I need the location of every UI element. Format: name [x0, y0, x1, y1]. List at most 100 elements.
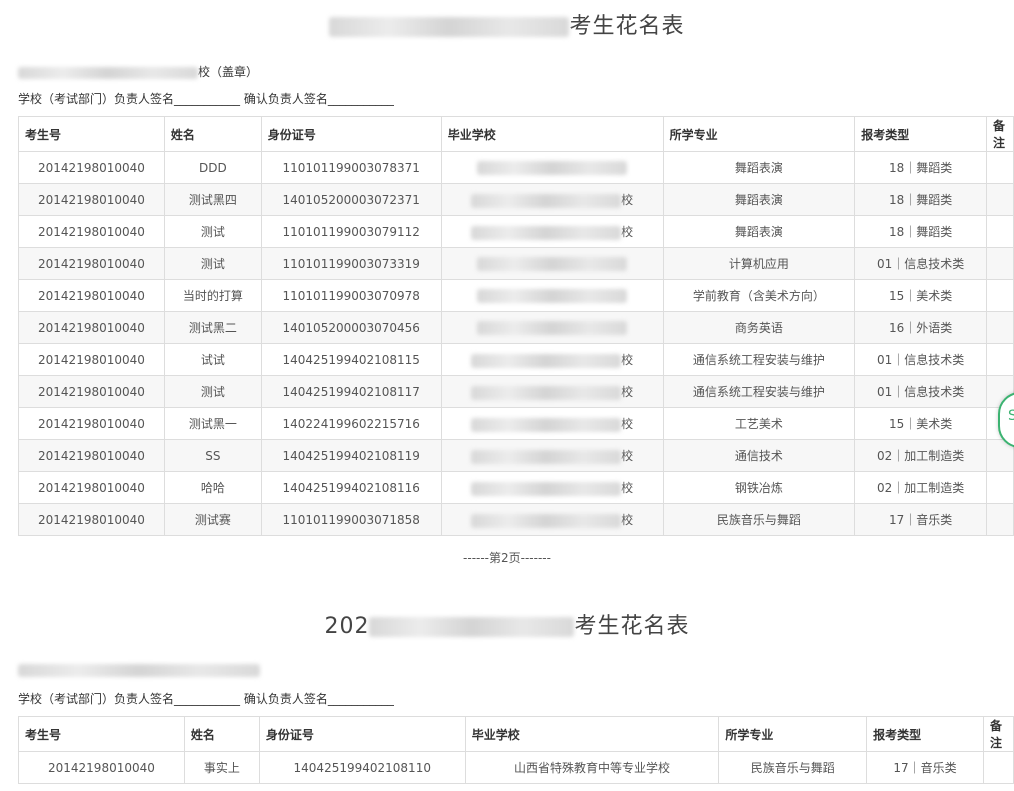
- column-header: 所学专业: [718, 716, 868, 752]
- table-cell: 110101199003078371: [260, 151, 442, 184]
- school-suffix: 校: [621, 513, 634, 527]
- table-cell: 140425199402108115: [260, 343, 442, 376]
- column-header: 考生号: [18, 116, 165, 152]
- roster-table-2: 考生号 姓名 身份证号 毕业学校 所学专业 报考类型 备注 20142198010040 事实…: [18, 716, 1014, 784]
- table-cell: 民族音乐与舞蹈: [662, 503, 856, 536]
- table-cell: 试试: [163, 343, 262, 376]
- table-row: 20142198010040 事实上 140425199402108110 山西省特殊…: [18, 751, 1014, 784]
- table-cell: [440, 311, 664, 344]
- table-cell: 通信系统工程安装与维护: [662, 343, 856, 376]
- sign-line-2: 学校（考试部门）负责人签名___________ 确认负责人签名________…: [18, 692, 394, 706]
- redacted-school: [471, 193, 622, 208]
- table-cell: 测试赛: [163, 503, 262, 536]
- table-row: 20142198010040 测试 110101199003073319 计算机应用 0…: [18, 247, 1014, 280]
- redacted-school: [471, 513, 622, 528]
- school-suffix: 校: [621, 385, 634, 399]
- table-cell: 15｜美术类: [854, 407, 987, 440]
- redacted-school: [471, 481, 622, 496]
- table-cell: 20142198010040: [18, 343, 165, 376]
- table-cell: 测试黑二: [163, 311, 262, 344]
- redacted-school-name: [18, 664, 260, 677]
- table-cell: 事实上: [183, 751, 260, 784]
- table-cell: 140105200003070456: [260, 311, 442, 344]
- school-suffix: 校: [621, 449, 634, 463]
- table-cell: 01｜信息技术类: [854, 375, 987, 408]
- school-suffix: 校: [621, 417, 634, 431]
- page-indicator: ------第2页-------: [463, 551, 551, 565]
- sign-line: 学校（考试部门）负责人签名___________ 确认负责人签名________…: [18, 92, 394, 106]
- redacted-school: [477, 288, 628, 303]
- table-cell: 20142198010040: [18, 215, 165, 248]
- table-cell: 学前教育（含美术方向）: [662, 279, 856, 312]
- redacted-school: [471, 385, 622, 400]
- table-cell: 工艺美术: [662, 407, 856, 440]
- table-cell: 20142198010040: [18, 503, 165, 536]
- table-cell: [985, 183, 1014, 216]
- column-header: 所学专业: [662, 116, 856, 152]
- table-cell: 通信技术: [662, 439, 856, 472]
- table-cell: 18｜舞蹈类: [854, 215, 987, 248]
- table-cell: 16｜外语类: [854, 311, 987, 344]
- school-suffix: 校: [621, 225, 634, 239]
- table-cell: 140425199402108117: [260, 375, 442, 408]
- redacted-school: [471, 353, 622, 368]
- table-cell: 民族音乐与舞蹈: [718, 751, 868, 784]
- table-cell: [985, 471, 1014, 504]
- table-cell: 20142198010040: [18, 247, 165, 280]
- table-cell: 20142198010040: [18, 751, 185, 784]
- table-cell: 20142198010040: [18, 311, 165, 344]
- column-header: 报考类型: [866, 716, 984, 752]
- table-cell: 18｜舞蹈类: [854, 151, 987, 184]
- table-cell: [985, 279, 1014, 312]
- table-cell: 哈哈: [163, 471, 262, 504]
- column-header: 身份证号: [258, 716, 466, 752]
- table-cell: [440, 151, 664, 184]
- chat-bubble-icon[interactable]: S: [1008, 408, 1014, 424]
- column-header: 姓名: [163, 116, 262, 152]
- table-cell: 01｜信息技术类: [854, 343, 987, 376]
- table-row: 20142198010040 测试赛 110101199003071858 校 民族音乐…: [18, 503, 1014, 536]
- redacted-school: [471, 449, 622, 464]
- redacted-title-middle: [369, 617, 575, 637]
- column-header: 报考类型: [854, 116, 987, 152]
- table-cell: 计算机应用: [662, 247, 856, 280]
- table-cell: 17｜音乐类: [854, 503, 987, 536]
- table-cell: 测试黑一: [163, 407, 262, 440]
- table-row: 20142198010040 当时的打算 110101199003070978 学前教…: [18, 279, 1014, 312]
- column-header: 身份证号: [260, 116, 442, 152]
- table-cell: 校: [440, 439, 664, 472]
- table-cell: [440, 247, 664, 280]
- column-header: 毕业学校: [464, 716, 720, 752]
- table-cell: DDD: [163, 151, 262, 184]
- title-prefix-text: 202: [324, 614, 370, 639]
- table-cell: 02｜加工制造类: [854, 471, 987, 504]
- roster-table-1: 考生号 姓名 身份证号 毕业学校 所学专业 报考类型 备注 20142198010040 DD…: [18, 116, 1014, 536]
- table-cell: 测试: [163, 215, 262, 248]
- table-cell: [440, 279, 664, 312]
- table-cell: 校: [440, 183, 664, 216]
- school-seal-line: 校（盖章）: [18, 63, 258, 80]
- table-cell: 20142198010040: [18, 375, 165, 408]
- table-cell: 钢铁冶炼: [662, 471, 856, 504]
- title-text: 考生花名表: [574, 614, 690, 639]
- table-cell: 舞蹈表演: [662, 183, 856, 216]
- table-row: 20142198010040 SS 140425199402108119 校 通信技术 0…: [18, 439, 1014, 472]
- table-cell: 110101199003070978: [260, 279, 442, 312]
- table-cell: 01｜信息技术类: [854, 247, 987, 280]
- school-suffix: 校: [621, 193, 634, 207]
- table-cell: 校: [440, 215, 664, 248]
- table-cell: 校: [440, 407, 664, 440]
- table-cell: 110101199003071858: [260, 503, 442, 536]
- column-header: 备注: [985, 116, 1014, 152]
- table-cell: 20142198010040: [18, 151, 165, 184]
- school-seal-line-2: [18, 663, 260, 677]
- sheet2-title: 202 考生花名表: [0, 608, 1014, 640]
- table-cell: 140105200003072371: [260, 183, 442, 216]
- table-cell: 校: [440, 375, 664, 408]
- redacted-school: [471, 225, 622, 240]
- table-cell: 17｜音乐类: [866, 751, 984, 784]
- table-cell: 校: [440, 343, 664, 376]
- table-row: 20142198010040 试试 140425199402108115 校 通信系统工…: [18, 343, 1014, 376]
- table-cell: SS: [163, 439, 262, 472]
- table-cell: [985, 311, 1014, 344]
